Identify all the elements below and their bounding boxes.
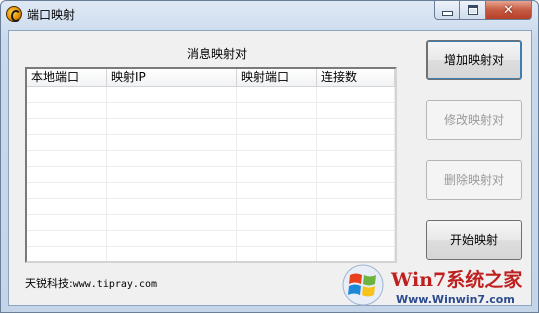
column-header-mapped-port[interactable]: 映射端口 <box>237 69 317 86</box>
empty-row <box>27 103 395 119</box>
list-body <box>27 87 395 261</box>
empty-row <box>27 247 395 261</box>
app-window: 端口映射 ✕ 消息映射对 本地端口 映射IP 映射端口 连接数 增加映射对 修改… <box>0 0 539 313</box>
watermark-brand: Win7系统之家 <box>391 269 523 291</box>
footer-company: 天锐科技: <box>25 277 73 290</box>
delete-mapping-button[interactable]: 删除映射对 <box>426 160 522 200</box>
footer-url: www.tipray.com <box>72 279 158 290</box>
close-icon: ✕ <box>503 2 514 18</box>
column-header-connections[interactable]: 连接数 <box>317 69 395 86</box>
empty-row <box>27 215 395 231</box>
empty-row <box>27 151 395 167</box>
minimize-icon <box>441 10 453 16</box>
list-title: 消息映射对 <box>186 47 247 61</box>
window-title: 端口映射 <box>27 8 76 22</box>
windows-logo-icon <box>342 264 384 306</box>
column-header-mapped-ip[interactable]: 映射IP <box>107 69 237 86</box>
empty-row <box>27 231 395 247</box>
add-mapping-button[interactable]: 增加映射对 <box>426 40 522 80</box>
watermark-url: Www.Winwin7.com <box>396 293 515 306</box>
empty-row <box>27 183 395 199</box>
empty-row <box>27 199 395 215</box>
mapping-list[interactable]: 本地端口 映射IP 映射端口 连接数 <box>25 67 397 263</box>
empty-row <box>27 167 395 183</box>
empty-row <box>27 135 395 151</box>
maximize-button[interactable] <box>460 1 486 20</box>
column-header-local-port[interactable]: 本地端口 <box>27 69 107 86</box>
list-header: 本地端口 映射IP 映射端口 连接数 <box>27 69 395 87</box>
modify-mapping-button[interactable]: 修改映射对 <box>426 100 522 140</box>
watermark: Win7系统之家 Www.Winwin7.com <box>341 263 539 314</box>
close-button[interactable]: ✕ <box>486 1 532 20</box>
empty-row <box>27 87 395 103</box>
caption-buttons: ✕ <box>434 1 532 20</box>
maximize-icon <box>467 5 478 15</box>
title-bar[interactable]: 端口映射 ✕ <box>1 1 538 29</box>
app-icon <box>6 6 22 22</box>
footer-credit: 天锐科技:www.tipray.com <box>25 275 157 291</box>
minimize-button[interactable] <box>434 1 460 20</box>
empty-row <box>27 119 395 135</box>
start-mapping-button[interactable]: 开始映射 <box>426 220 522 260</box>
